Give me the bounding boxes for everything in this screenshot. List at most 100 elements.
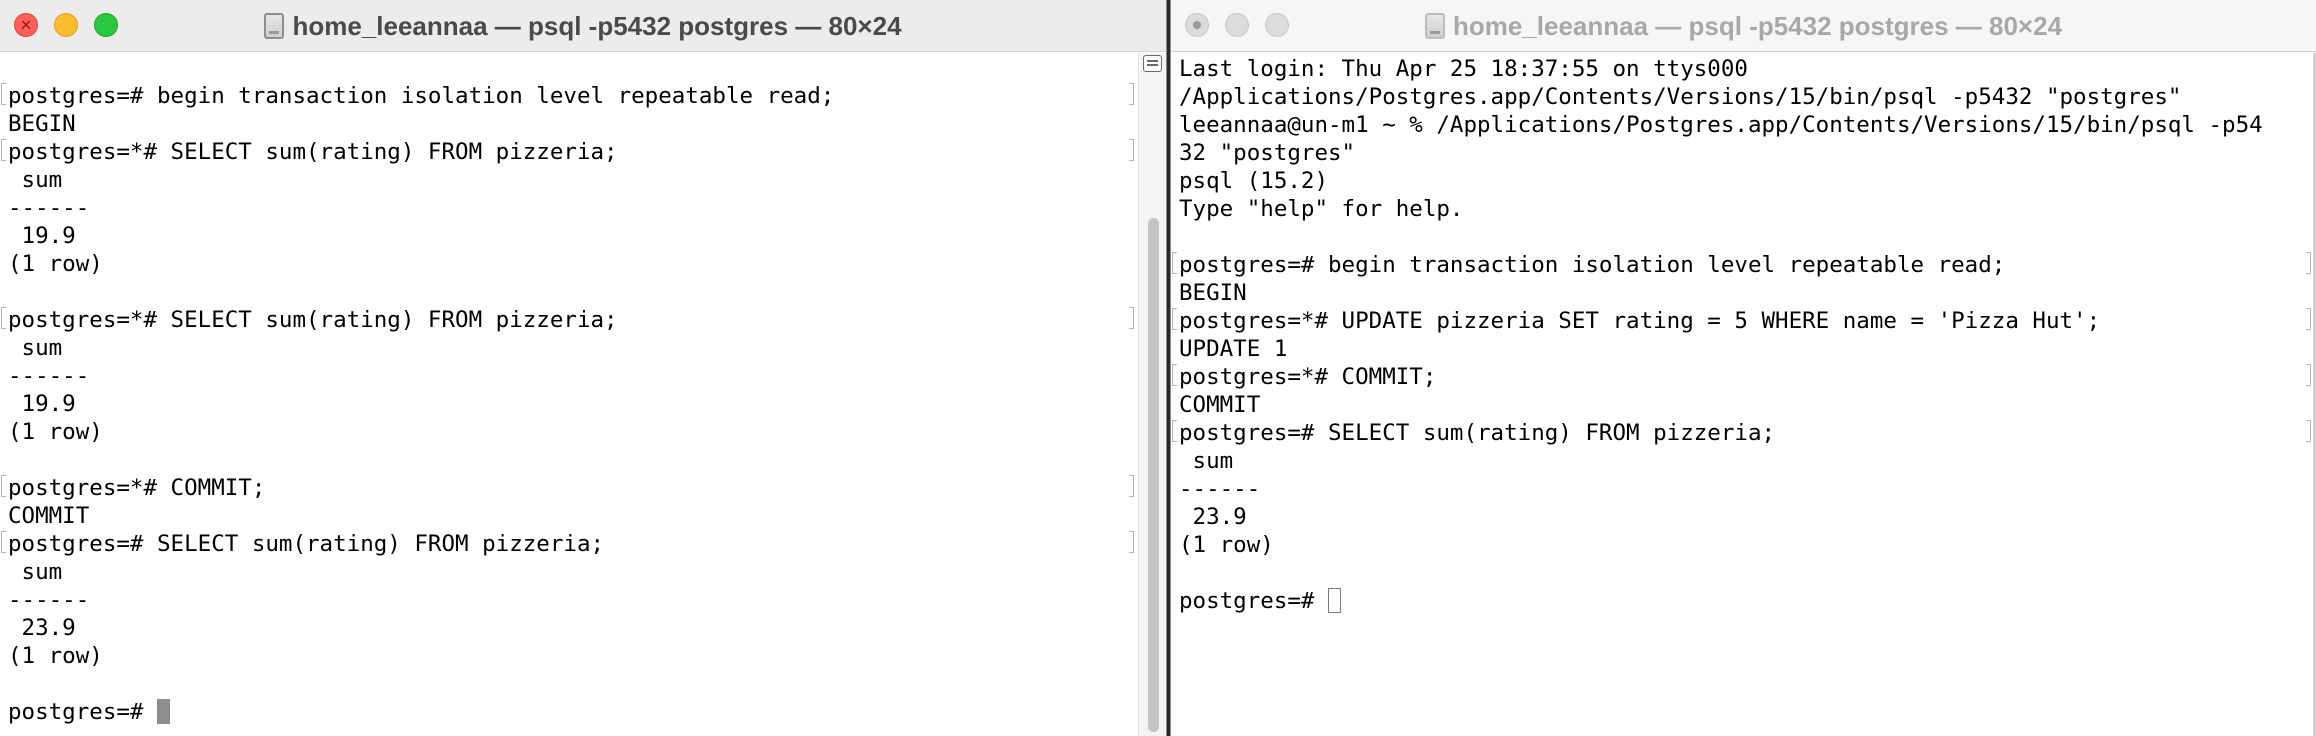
- terminal-line: ------: [8, 194, 1126, 222]
- terminal-line-text: COMMIT: [8, 503, 90, 529]
- prompt-line[interactable]: postgres=#: [8, 698, 1126, 726]
- terminal-line-text: sum: [8, 559, 63, 585]
- terminal-line: postgres=# SELECT sum(rating) FROM pizze…: [1, 530, 1134, 558]
- terminal-line: leeannaa@un-m1 ~ % /Applications/Postgre…: [1179, 111, 2306, 139]
- terminal-line-text: ------: [8, 195, 90, 221]
- command-mark-right: [1129, 475, 1134, 497]
- title-bar[interactable]: home_leeannaa — psql -p5432 postgres — 8…: [1171, 0, 2316, 52]
- terminal-line: 32 "postgres": [1179, 139, 2306, 167]
- terminal-line-text: Type "help" for help.: [1179, 196, 1464, 222]
- terminal-window-left[interactable]: home_leeannaa — psql -p5432 postgres — 8…: [0, 0, 1167, 736]
- terminal-line: ------: [1179, 475, 2306, 503]
- terminal-output: Last login: Thu Apr 25 18:37:55 on ttys0…: [1172, 55, 2311, 615]
- terminal-line: postgres=*# UPDATE pizzeria SET rating =…: [1172, 307, 2311, 335]
- terminal-line-text: postgres=*# SELECT sum(rating) FROM pizz…: [8, 307, 618, 333]
- terminal-line: sum: [1179, 447, 2306, 475]
- terminal-line: postgres=# SELECT sum(rating) FROM pizze…: [1172, 419, 2311, 447]
- zoom-button[interactable]: [1265, 13, 1289, 37]
- terminal-content[interactable]: postgres=# begin transaction isolation l…: [0, 53, 1166, 736]
- command-mark-left: [1, 83, 6, 105]
- terminal-document-icon: [1424, 13, 1445, 39]
- terminal-line: (1 row): [8, 642, 1126, 670]
- command-mark-right: [2306, 364, 2311, 386]
- close-button[interactable]: [14, 13, 38, 37]
- command-mark-right: [2306, 308, 2311, 330]
- command-mark-right: [1129, 83, 1134, 105]
- terminal-line-text: BEGIN: [8, 111, 76, 137]
- desktop: home_leeannaa — psql -p5432 postgres — 8…: [0, 0, 2316, 736]
- terminal-line-text: (1 row): [1179, 532, 1274, 558]
- terminal-line: Last login: Thu Apr 25 18:37:55 on ttys0…: [1179, 55, 2306, 83]
- terminal-line: (1 row): [8, 418, 1126, 446]
- terminal-line-text: /Applications/Postgres.app/Contents/Vers…: [1179, 84, 2182, 110]
- minimize-button[interactable]: [54, 13, 78, 37]
- window-controls: [1185, 13, 1289, 37]
- terminal-line-text: sum: [1179, 448, 1234, 474]
- shell-prompt: postgres=#: [8, 699, 158, 725]
- terminal-line-text: 23.9: [8, 615, 76, 641]
- marks-list-icon[interactable]: [1143, 55, 1162, 72]
- terminal-line: sum: [8, 166, 1126, 194]
- terminal-line-text: postgres=*# SELECT sum(rating) FROM pizz…: [8, 139, 618, 165]
- terminal-line-text: UPDATE 1: [1179, 336, 1288, 362]
- terminal-line: postgres=# begin transaction isolation l…: [1172, 251, 2311, 279]
- scrollbar-thumb[interactable]: [1148, 218, 1159, 732]
- terminal-line: BEGIN: [1179, 279, 2306, 307]
- terminal-line: ------: [8, 362, 1126, 390]
- command-mark-right: [1129, 307, 1134, 329]
- terminal-window-right[interactable]: home_leeannaa — psql -p5432 postgres — 8…: [1170, 0, 2316, 736]
- terminal-line-text: postgres=# begin transaction isolation l…: [8, 83, 835, 109]
- terminal-line-text: COMMIT: [1179, 392, 1261, 418]
- terminal-line-text: 19.9: [8, 223, 76, 249]
- terminal-line: 19.9: [8, 222, 1126, 250]
- terminal-line: postgres=# begin transaction isolation l…: [1, 82, 1134, 110]
- terminal-content[interactable]: Last login: Thu Apr 25 18:37:55 on ttys0…: [1171, 53, 2316, 736]
- title-bar[interactable]: home_leeannaa — psql -p5432 postgres — 8…: [0, 0, 1166, 52]
- close-button[interactable]: [1185, 13, 1209, 37]
- text-cursor-inactive: [1328, 588, 1342, 613]
- command-mark-left: [1, 475, 6, 497]
- scrollbar[interactable]: [1138, 53, 1166, 736]
- terminal-line: COMMIT: [8, 502, 1126, 530]
- text-cursor: [157, 699, 171, 724]
- command-mark-left: [1172, 420, 1177, 442]
- terminal-line: Type "help" for help.: [1179, 195, 2306, 223]
- terminal-line-text: postgres=*# COMMIT;: [1179, 364, 1437, 390]
- terminal-line-text: leeannaa@un-m1 ~ % /Applications/Postgre…: [1179, 112, 2263, 138]
- terminal-line-text: ------: [8, 363, 90, 389]
- terminal-line: postgres=*# COMMIT;: [1, 474, 1134, 502]
- terminal-line-text: postgres=# SELECT sum(rating) FROM pizze…: [8, 531, 605, 557]
- command-mark-left: [1, 307, 6, 329]
- window-title-text: home_leeannaa — psql -p5432 postgres — 8…: [292, 10, 902, 41]
- window-title: home_leeannaa — psql -p5432 postgres — 8…: [1171, 0, 2316, 52]
- terminal-line-text: (1 row): [8, 251, 103, 277]
- zoom-button[interactable]: [94, 13, 118, 37]
- terminal-line: ------: [8, 586, 1126, 614]
- command-mark-left: [1172, 252, 1177, 274]
- terminal-line-text: ------: [1179, 476, 1261, 502]
- terminal-line-text: psql (15.2): [1179, 168, 1329, 194]
- terminal-line: 19.9: [8, 390, 1126, 418]
- terminal-line: 23.9: [1179, 503, 2306, 531]
- command-mark-left: [1172, 308, 1177, 330]
- terminal-line: 23.9: [8, 614, 1126, 642]
- terminal-line: postgres=*# SELECT sum(rating) FROM pizz…: [1, 306, 1134, 334]
- terminal-line-text: 32 "postgres": [1179, 140, 1356, 166]
- prompt-line[interactable]: postgres=#: [1179, 587, 2306, 615]
- terminal-line-text: (1 row): [8, 419, 103, 445]
- terminal-line: postgres=*# COMMIT;: [1172, 363, 2311, 391]
- terminal-line-text: sum: [8, 335, 63, 361]
- command-mark-right: [1129, 139, 1134, 161]
- window-title: home_leeannaa — psql -p5432 postgres — 8…: [0, 0, 1166, 52]
- terminal-line: BEGIN: [8, 110, 1126, 138]
- terminal-line: UPDATE 1: [1179, 335, 2306, 363]
- minimize-button[interactable]: [1225, 13, 1249, 37]
- terminal-line-text: Last login: Thu Apr 25 18:37:55 on ttys0…: [1179, 56, 1748, 82]
- command-mark-left: [1172, 364, 1177, 386]
- terminal-line-text: postgres=# begin transaction isolation l…: [1179, 252, 2006, 278]
